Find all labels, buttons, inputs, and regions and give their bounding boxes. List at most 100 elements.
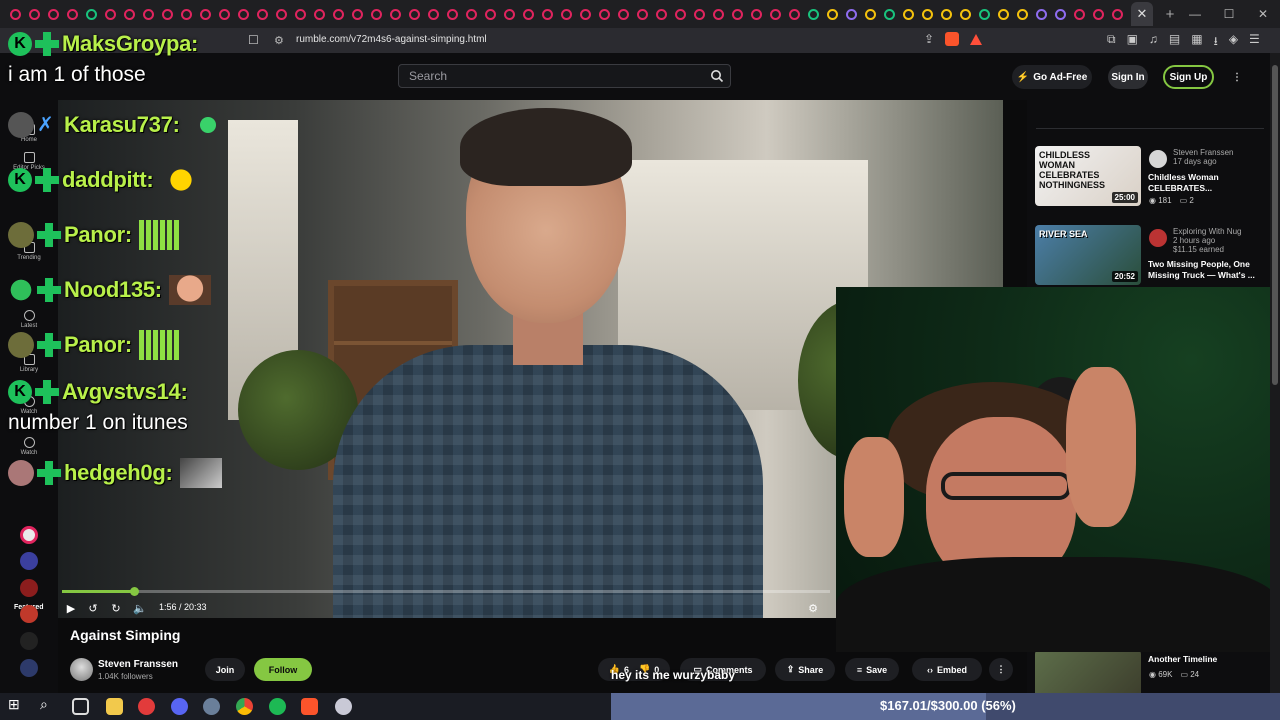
channel-name[interactable]: Exploring With Nug: [1173, 227, 1273, 236]
tab-favicon-icon[interactable]: [880, 0, 899, 28]
tab-favicon-icon[interactable]: [595, 0, 614, 28]
music-icon[interactable]: ♫: [1149, 32, 1158, 53]
channel-name[interactable]: Steven Franssen: [98, 659, 178, 670]
tab-favicon-icon[interactable]: [709, 0, 728, 28]
address-bar[interactable]: rumble.com/v72m4s6-against-simping.html: [296, 34, 487, 45]
tab-favicon-icon[interactable]: [234, 0, 253, 28]
tab-favicon-icon[interactable]: [1108, 0, 1127, 28]
video-title[interactable]: Two Missing People, One Missing Truck — …: [1148, 259, 1261, 281]
tab-favicon-icon[interactable]: [44, 0, 63, 28]
tab-favicon-icon[interactable]: [120, 0, 139, 28]
menu-icon[interactable]: ☰: [1249, 32, 1260, 53]
file-explorer-icon[interactable]: [106, 698, 123, 715]
featured-channel-avatar[interactable]: [20, 632, 38, 650]
tab-favicon-icon[interactable]: [82, 0, 101, 28]
channel-avatar[interactable]: [1149, 150, 1167, 168]
video-thumbnail[interactable]: RIVER SEA 20:52: [1035, 225, 1141, 285]
tab-favicon-icon[interactable]: [196, 0, 215, 28]
brave-shields-icon[interactable]: [945, 32, 960, 46]
more-options-icon[interactable]: ⋮: [1227, 65, 1247, 89]
follow-button[interactable]: Follow: [254, 658, 312, 681]
tab-favicon-icon[interactable]: [139, 0, 158, 28]
tab-favicon-icon[interactable]: [937, 0, 956, 28]
tab-favicon-icon[interactable]: [766, 0, 785, 28]
tab-favicon-icon[interactable]: [443, 0, 462, 28]
sign-in-button[interactable]: Sign In: [1108, 65, 1148, 89]
tab-favicon-icon[interactable]: [747, 0, 766, 28]
tab-favicon-icon[interactable]: [500, 0, 519, 28]
tab-favicon-icon[interactable]: [671, 0, 690, 28]
related-video-card[interactable]: CHILDLESS WOMAN CELEBRATES NOTHINGNESS 25…: [1035, 146, 1263, 208]
app-icon[interactable]: [203, 698, 220, 715]
tab-favicon-icon[interactable]: [310, 0, 329, 28]
discord-icon[interactable]: [171, 698, 188, 715]
featured-channel-avatar[interactable]: [20, 526, 38, 544]
tab-favicon-icon[interactable]: [975, 0, 994, 28]
channel-avatar[interactable]: [70, 658, 93, 681]
tab-favicon-icon[interactable]: [956, 0, 975, 28]
app-icon[interactable]: [335, 698, 352, 715]
tab-favicon-icon[interactable]: [728, 0, 747, 28]
minimize-icon[interactable]: —: [1178, 0, 1212, 28]
extension-icon[interactable]: ⧉: [1107, 32, 1116, 53]
tab-favicon-icon[interactable]: [424, 0, 443, 28]
related-video-card[interactable]: RIVER SEA 20:52 Exploring With Nug 2 hours …: [1035, 225, 1263, 295]
page-scrollbar[interactable]: [1270, 53, 1280, 693]
tab-favicon-icon[interactable]: [823, 0, 842, 28]
tab-favicon-icon[interactable]: [538, 0, 557, 28]
tab-favicon-icon[interactable]: [253, 0, 272, 28]
sign-up-button[interactable]: Sign Up: [1163, 65, 1214, 89]
tab-favicon-icon[interactable]: [177, 0, 196, 28]
tab-favicon-icon[interactable]: [1070, 0, 1089, 28]
nav-item-watch-history[interactable]: Watch: [0, 437, 58, 456]
close-tab-icon[interactable]: ✕: [1131, 2, 1153, 26]
share-button[interactable]: ⇪ Share: [775, 658, 835, 681]
search-icon[interactable]: [710, 69, 724, 83]
tab-favicon-icon[interactable]: [576, 0, 595, 28]
tab-favicon-icon[interactable]: [215, 0, 234, 28]
channel-name[interactable]: Steven Franssen: [1173, 148, 1273, 157]
video-title[interactable]: Childless Woman CELEBRATES...: [1148, 172, 1261, 194]
tab-favicon-icon[interactable]: [405, 0, 424, 28]
tab-favicon-icon[interactable]: [481, 0, 500, 28]
seek-bar[interactable]: [62, 587, 830, 596]
tab-favicon-icon[interactable]: [918, 0, 937, 28]
obs-icon[interactable]: [138, 698, 155, 715]
site-info-icon[interactable]: ⚙: [274, 34, 284, 47]
rewind-icon[interactable]: ↺: [86, 601, 100, 615]
tab-favicon-icon[interactable]: [557, 0, 576, 28]
windows-start-icon[interactable]: ⊞: [8, 696, 25, 713]
tab-favicon-icon[interactable]: [329, 0, 348, 28]
tab-favicon-icon[interactable]: [367, 0, 386, 28]
tab-favicon-icon[interactable]: [1013, 0, 1032, 28]
volume-icon[interactable]: 🔈: [132, 601, 148, 615]
chrome-icon[interactable]: [236, 698, 253, 715]
tab-favicon-icon[interactable]: [1089, 0, 1108, 28]
tab-favicon-icon[interactable]: [861, 0, 880, 28]
channel-avatar[interactable]: [1149, 229, 1167, 247]
tab-favicon-icon[interactable]: [63, 0, 82, 28]
featured-channel-avatar[interactable]: [20, 579, 38, 597]
tab-favicon-icon[interactable]: [291, 0, 310, 28]
tab-favicon-icon[interactable]: [25, 0, 44, 28]
tab-favicon-icon[interactable]: [1051, 0, 1070, 28]
search-taskbar-icon[interactable]: ⌕: [40, 696, 57, 713]
tab-favicon-icon[interactable]: [994, 0, 1013, 28]
wallet-icon[interactable]: ▦: [1191, 32, 1202, 53]
tab-favicon-icon[interactable]: [519, 0, 538, 28]
settings-icon[interactable]: ⚙: [806, 601, 820, 615]
join-button[interactable]: Join: [205, 658, 245, 681]
go-ad-free-button[interactable]: ⚡ Go Ad-Free: [1012, 65, 1092, 89]
nav-item-latest[interactable]: Latest: [0, 310, 58, 329]
more-actions-icon[interactable]: ⋮: [989, 658, 1013, 681]
forward-icon[interactable]: ↻: [109, 601, 123, 615]
save-button[interactable]: ≡ Save: [845, 658, 899, 681]
tab-favicon-icon[interactable]: [348, 0, 367, 28]
tab-favicon-icon[interactable]: [633, 0, 652, 28]
tab-favicon-icon[interactable]: [6, 0, 25, 28]
close-window-icon[interactable]: ✕: [1246, 0, 1280, 28]
tab-favicon-icon[interactable]: [158, 0, 177, 28]
extension-icon[interactable]: ▣: [1127, 32, 1138, 53]
sidebar-icon[interactable]: ▤: [1169, 32, 1180, 53]
tab-favicon-icon[interactable]: [785, 0, 804, 28]
